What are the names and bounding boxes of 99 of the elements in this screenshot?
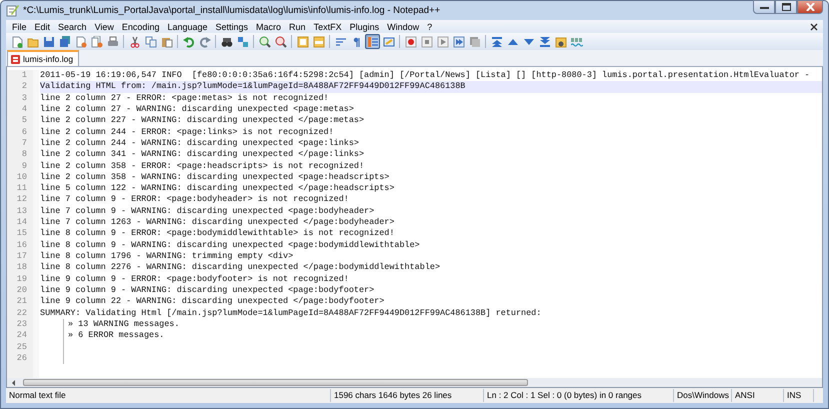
code-line: line 8 column 1796 - WARNING: trimming empty <div> [40,251,294,262]
zoom-in-icon[interactable] [257,34,272,49]
document-stats: 1596 chars 1646 bytes 26 lines [331,389,484,402]
line-number: 24 [16,330,28,342]
notepad-icon [6,4,19,17]
code-line: line 7 column 9 - ERROR: <page:bodyheader> is not recognized! [40,194,350,206]
file-type-label: Normal text file [6,389,331,402]
save-icon[interactable] [41,34,56,49]
line-number: 18 [16,262,28,274]
window-title: *C:\Lumis_trunk\Lumis_PortalJava\portal_install\lumisdata\log\lumis\info\lumis-info.log - Notepad++ [23,5,442,16]
code-line: line 2 column 227 - WARNING: discarding unexpected </page:metas> [40,115,366,127]
insert-mode-label: INS [784,389,814,402]
line-number: 25 [16,342,28,353]
code-line: line 9 column 9 - WARNING: discarding unexpected <page:bodyfooter> [40,284,376,296]
line-number: 3 [20,92,28,104]
sync-horizontal-icon[interactable] [311,34,326,49]
line-ending-label: Dos\Windows [674,389,732,402]
line-number: 6 [20,126,28,138]
line-number: 26 [16,352,28,364]
cursor-position: Ln : 2 Col : 1 Sel : 0 (0 bytes) in 0 ranges [484,389,674,402]
copy-icon[interactable] [143,34,158,49]
code-line: 2011-05-19 16:19:06,547 INFO [fe80:0:0:0:35a6:16f4:5298:2c54] [admin] [/Portal/News] [Lista] [] [http-8080-3] lumis.portal.presentation.HtmlEvaluator - [40,70,811,82]
zoom-out-icon[interactable] [273,34,288,49]
line-number: 9 [20,160,28,172]
menu-item[interactable]: TextFX [310,20,346,32]
line-number: 15 [16,228,28,240]
record-icon[interactable] [403,34,418,49]
indent-guide-icon[interactable] [365,34,380,49]
code-line: line 2 column 244 - ERROR: <page:links> is not recognized! [40,126,335,138]
code-line: line 2 column 341 - WARNING: discarding unexpected </page:links> [40,149,366,160]
line-number: 19 [16,274,28,285]
horizontal-scrollbar[interactable] [6,378,823,388]
log-file-icon [11,54,20,64]
line-number: 11 [16,183,28,194]
code-line: line 2 column 27 - WARNING: discarding unexpected <page:metas> [40,104,355,116]
line-number: 20 [16,284,28,296]
save-all-icon[interactable] [57,34,72,49]
code-line: line 8 column 2276 - WARNING: discarding unexpected </page:bodymiddlewithtable> [40,262,442,274]
line-number: 7 [20,138,28,150]
code-line: line 2 column 244 - WARNING: discarding unexpected <page:links> [40,138,360,150]
menu-item[interactable]: Window [383,20,424,32]
code-line: line 7 column 1263 - WARNING: discarding unexpected </page:bodyheader> [40,217,396,228]
code-line: line 2 column 358 - WARNING: discarding unexpected <page:headscripts> [40,172,390,184]
stop-icon[interactable] [419,34,434,49]
code-line: line 8 column 9 - ERROR: <page:bodymiddlewithtable> is not recognized! [40,228,396,240]
code-line: SUMMARY: Validating Html [/main.jsp?lumMode=1&lumPageId=8A488AF72FF9449D012FF99AC486138B] returned: [40,308,542,319]
printer-icon[interactable] [105,34,120,49]
line-number: 22 [16,308,28,319]
code-line: line 9 column 9 - ERROR: <page:bodyfooter> is not recognized! [40,274,350,285]
close-document-icon[interactable] [810,22,818,30]
close-button[interactable] [797,0,823,14]
sync-vertical-icon[interactable] [295,34,310,49]
line-number: 5 [20,115,28,127]
line-number: 4 [20,104,28,116]
code-line: line 2 column 358 - ERROR: <page:headscripts> is not recognized! [40,160,366,172]
maximize-button[interactable] [775,0,797,14]
code-line: line 5 column 122 - WARNING: discarding unexpected </page:headscripts> [40,183,396,194]
first-icon[interactable] [489,34,504,49]
play-multiple-icon[interactable] [451,34,466,49]
menu-item[interactable]: Edit [30,20,54,32]
line-number: 1 [20,70,28,82]
code-line: line 2 column 27 - ERROR: <page:metas> is not recognized! [40,92,330,104]
line-number: 12 [16,194,28,206]
menu-item[interactable]: Settings [212,20,252,32]
menu-item[interactable]: Language [163,20,212,32]
line-number: 2 [20,81,28,93]
line-number: 17 [16,251,28,262]
line-number: 10 [16,172,28,184]
encoding-label: ANSI [732,389,784,402]
save-macro-icon[interactable] [467,34,482,49]
last-icon[interactable] [537,34,552,49]
redo-icon[interactable] [197,34,212,49]
line-number: 13 [16,206,28,218]
line-number: 21 [16,296,28,308]
minimize-button[interactable] [753,0,775,14]
maximize-icon [782,3,790,11]
file-tab[interactable]: lumis-info.log [7,50,80,66]
menu-item[interactable]: Run [285,20,310,32]
menu-item[interactable]: File [8,20,31,32]
close-all-icon[interactable] [89,34,104,49]
menu-item[interactable]: Macro [252,20,286,32]
menu-item[interactable]: Search [54,20,91,32]
line-number: 14 [16,217,28,228]
scrollbar-thumb[interactable] [23,379,528,386]
line-number: 8 [20,149,28,160]
code-line: line 8 column 9 - WARNING: discarding unexpected <page:bodymiddlewithtable> [40,240,421,251]
code-line: line 7 column 9 - WARNING: discarding unexpected <page:bodyheader> [40,206,376,218]
code-line: line 9 column 22 - WARNING: discarding unexpected </page:bodyfooter> [40,296,386,308]
menu-item[interactable]: Plugins [346,20,384,32]
menu-item[interactable]: ? [423,20,436,32]
play-icon[interactable] [435,34,450,49]
menu-item[interactable]: View [90,20,118,32]
line-number: 23 [16,318,28,330]
minimize-icon [760,4,768,10]
menu-item[interactable]: Encoding [118,20,164,32]
undo-icon[interactable] [181,34,196,49]
replace-icon[interactable] [235,34,250,49]
line-number: 16 [16,240,28,251]
close-icon [806,3,814,11]
